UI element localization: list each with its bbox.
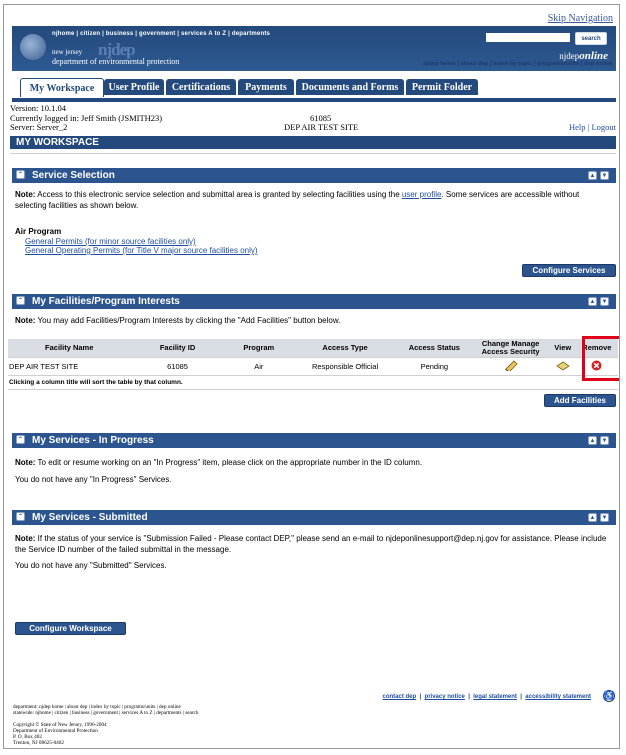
table-hint-row: Clicking a column title will sort the ta… xyxy=(8,375,618,390)
collapse-icon[interactable]: ⌃ xyxy=(16,170,25,179)
add-facilities-button[interactable]: Add Facilities xyxy=(544,394,616,407)
air-program-title: Air Program xyxy=(15,227,62,236)
general-operating-permits-link[interactable]: General Operating Permits (for Title V m… xyxy=(25,246,258,257)
move-up-icon[interactable]: ▲ xyxy=(588,171,597,180)
search-button[interactable]: search xyxy=(575,32,607,45)
collapse-icon[interactable]: ⌃ xyxy=(16,296,25,305)
note-text: You may add Facilities/Program Interests… xyxy=(35,316,341,325)
footer-statewide-line[interactable]: statewide: njhome | citizen | business |… xyxy=(13,710,198,716)
in-progress-note: Note: To edit or resume working on an "I… xyxy=(15,458,613,469)
move-up-icon[interactable]: ▲ xyxy=(588,513,597,522)
section-title: Service Selection xyxy=(32,170,115,181)
collapse-icon[interactable]: ⌃ xyxy=(16,435,25,444)
state-top-nav[interactable]: njhome | citizen | business | government… xyxy=(52,31,270,37)
tab-my-workspace[interactable]: My Workspace xyxy=(20,78,104,97)
tab-payments[interactable]: Payments xyxy=(238,79,294,95)
footer-links: contact dep | privacy notice | legal sta… xyxy=(382,694,592,700)
pencil-icon[interactable] xyxy=(504,360,518,373)
col-facility-name[interactable]: Facility Name xyxy=(8,339,131,358)
note-label: Note: xyxy=(15,316,36,325)
note-text: To edit or resume working on an "In Prog… xyxy=(35,458,423,467)
move-down-icon[interactable]: ▼ xyxy=(600,513,609,522)
header-site-name: DEP AIR TEST SITE xyxy=(284,122,359,132)
submitted-note: Note: If the status of your service is "… xyxy=(15,534,613,555)
move-down-icon[interactable]: ▼ xyxy=(600,436,609,445)
move-up-icon[interactable]: ▲ xyxy=(588,297,597,306)
contact-dep-link[interactable]: contact dep xyxy=(383,694,417,700)
access-type-cell: Responsible Official xyxy=(292,357,398,376)
access-status-cell: Pending xyxy=(397,357,472,376)
move-down-icon[interactable]: ▼ xyxy=(600,171,609,180)
table-row: DEP AIR TEST SITE 61085 Air Responsible … xyxy=(8,357,618,376)
tab-certifications[interactable]: Certifications xyxy=(166,79,236,95)
session-info: Version: 10.1.04 Currently logged in: Je… xyxy=(10,103,616,133)
facilities-note: Note: You may add Facilities/Program Int… xyxy=(15,316,613,327)
col-view[interactable]: View xyxy=(549,339,576,358)
collapse-icon[interactable]: ⌃ xyxy=(16,512,25,521)
section-header-submitted: ⌃ My Services - Submitted ▲ ▼ xyxy=(12,510,616,525)
view-cell xyxy=(549,357,576,376)
section-title: My Services - Submitted xyxy=(32,512,148,523)
in-progress-empty: You do not have any "In Progress" Servic… xyxy=(15,475,172,484)
facilities-table: Facility Name Facility ID Program Access… xyxy=(8,339,618,390)
help-logout-links: Help | Logout xyxy=(568,122,616,132)
view-folder-icon[interactable] xyxy=(556,360,570,371)
move-up-icon[interactable]: ▲ xyxy=(588,436,597,445)
logout-link[interactable]: Logout xyxy=(591,122,616,132)
legal-statement-link[interactable]: legal statement xyxy=(473,694,517,700)
note-text: If the status of your service is "Submis… xyxy=(15,534,607,554)
page-title: MY WORKSPACE xyxy=(10,136,616,149)
tab-documents-and-forms[interactable]: Documents and Forms xyxy=(296,79,404,95)
change-security-cell xyxy=(471,357,550,376)
col-change-security[interactable]: Change Manage Access Security xyxy=(471,339,550,358)
facility-id-cell: 61085 xyxy=(130,357,225,376)
user-profile-link[interactable]: user profile xyxy=(402,190,442,199)
section-header-my-facilities: ⌃ My Facilities/Program Interests ▲ ▼ xyxy=(12,294,616,309)
col-program[interactable]: Program xyxy=(224,339,293,358)
state-seal-icon xyxy=(20,34,46,60)
section-title: My Facilities/Program Interests xyxy=(32,296,180,307)
skip-navigation-link[interactable]: Skip Navigation xyxy=(548,13,613,24)
service-selection-note: Note: Access to this electronic service … xyxy=(15,190,613,211)
configure-workspace-button[interactable]: Configure Workspace xyxy=(15,622,126,635)
program-cell: Air xyxy=(224,357,293,376)
section-header-service-selection: ⌃ Service Selection ▲ ▼ xyxy=(12,168,616,183)
help-link[interactable]: Help xyxy=(569,122,586,132)
privacy-notice-link[interactable]: privacy notice xyxy=(425,694,465,700)
note-label: Note: xyxy=(15,190,36,199)
move-down-icon[interactable]: ▼ xyxy=(600,297,609,306)
tab-user-profile[interactable]: User Profile xyxy=(104,79,164,95)
note-label: Note: xyxy=(15,534,36,543)
divider xyxy=(10,153,616,154)
col-access-type[interactable]: Access Type xyxy=(292,339,398,358)
tab-permit-folder[interactable]: Permit Folder xyxy=(406,79,478,95)
section-header-in-progress: ⌃ My Services - In Progress ▲ ▼ xyxy=(12,433,616,448)
col-access-status[interactable]: Access Status xyxy=(397,339,472,358)
configure-services-button[interactable]: Configure Services xyxy=(522,264,616,277)
accessibility-statement-link[interactable]: accessibility statement xyxy=(525,694,591,700)
browser-page: Skip Navigation njhome | citizen | busin… xyxy=(3,4,620,749)
note-label: Note: xyxy=(15,458,36,467)
main-tab-bar: My Workspace User Profile Certifications… xyxy=(12,78,616,102)
sort-hint: Clicking a column title will sort the ta… xyxy=(8,375,618,390)
col-facility-id[interactable]: Facility ID xyxy=(130,339,225,358)
accessibility-icon[interactable]: ♿ xyxy=(603,690,615,702)
footer-address-3: Trenton, NJ 08625-0402 xyxy=(13,740,64,746)
online-prefix: njdep xyxy=(559,51,580,61)
nj-subtitle: new jersey xyxy=(52,48,83,56)
facility-name-cell: DEP AIR TEST SITE xyxy=(8,357,131,376)
remove-column-highlight xyxy=(582,336,619,381)
department-name: department of environmental protection xyxy=(52,57,180,66)
section-title: My Services - In Progress xyxy=(32,435,154,446)
note-text: Access to this electronic service select… xyxy=(35,190,402,199)
table-header-row: Facility Name Facility ID Program Access… xyxy=(8,339,618,358)
search-input[interactable] xyxy=(486,33,570,42)
submitted-empty: You do not have any "Submitted" Services… xyxy=(15,561,167,570)
dep-sub-nav[interactable]: njdep home | about dep | index by topic … xyxy=(423,61,613,67)
